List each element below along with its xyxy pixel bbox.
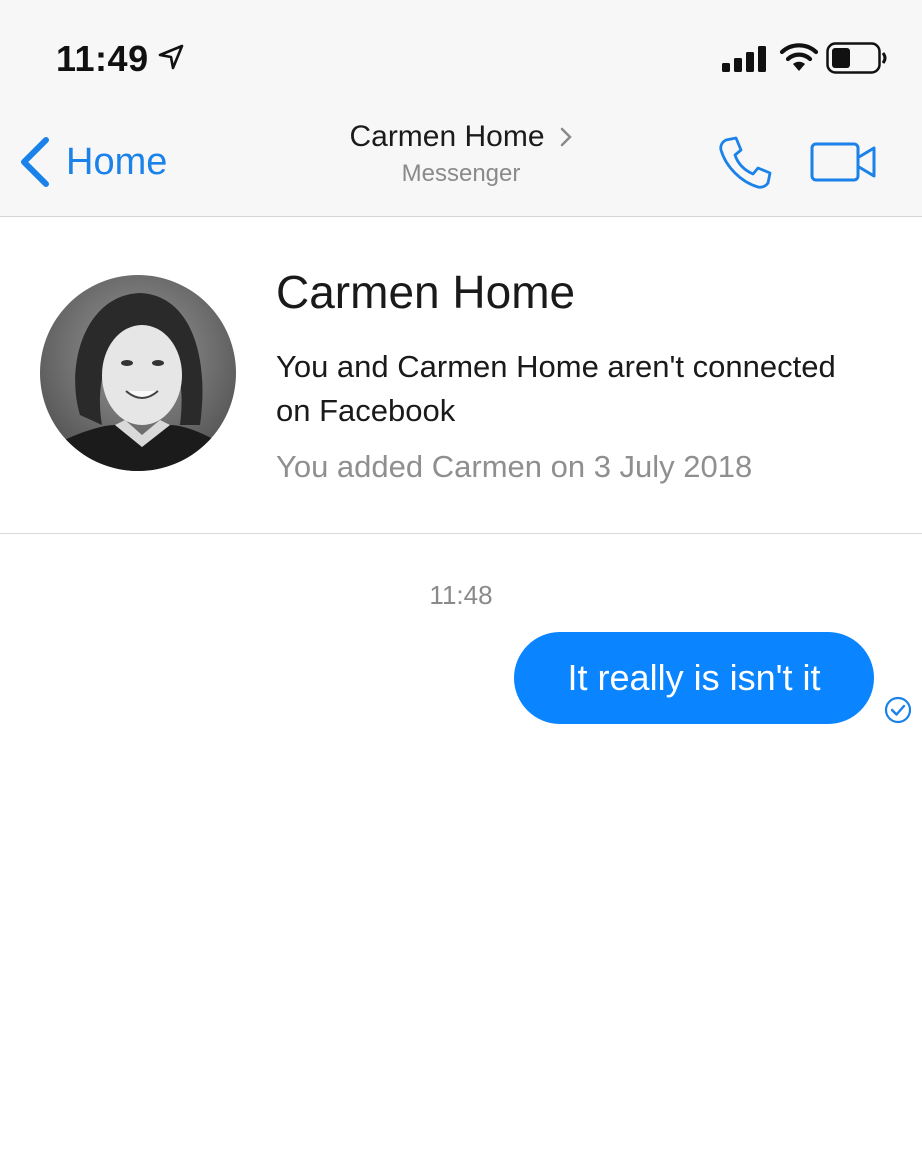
added-date-text: You added Carmen on 3 July 2018 <box>276 449 753 484</box>
back-chevron-icon <box>21 137 49 187</box>
nav-subtitle: Messenger <box>401 160 521 187</box>
battery-icon <box>826 42 887 74</box>
video-camera-icon[interactable] <box>810 140 878 184</box>
status-time: 11:49 <box>56 38 149 79</box>
messenger-screen: 11:49 Home Carmen Home Messenger Carmen … <box>0 0 922 1153</box>
status-bar: 11:49 <box>0 0 922 108</box>
contact-title: Carmen Home <box>349 120 545 153</box>
chevron-right-icon <box>560 127 572 147</box>
cellular-signal-icon <box>722 46 766 72</box>
conversation-title[interactable]: Carmen Home Messenger <box>300 120 622 188</box>
avatar[interactable] <box>40 275 236 471</box>
message-timestamp: 11:48 <box>429 580 493 610</box>
contact-info-card: Carmen Home You and Carmen Home aren't c… <box>0 217 922 534</box>
connection-status-text: You and Carmen Home aren't connected on … <box>276 349 836 428</box>
sent-check-icon <box>884 696 912 724</box>
avatar-photo <box>40 275 236 471</box>
navigation-bar: Home Carmen Home Messenger <box>0 108 922 217</box>
back-button[interactable]: Home <box>18 134 167 190</box>
contact-name: Carmen Home <box>276 266 576 318</box>
wifi-icon <box>780 43 818 71</box>
sent-message-bubble[interactable]: It really is isn't it <box>514 632 874 724</box>
phone-icon[interactable] <box>716 134 774 192</box>
back-label: Home <box>66 140 168 183</box>
location-arrow-icon <box>158 44 184 70</box>
